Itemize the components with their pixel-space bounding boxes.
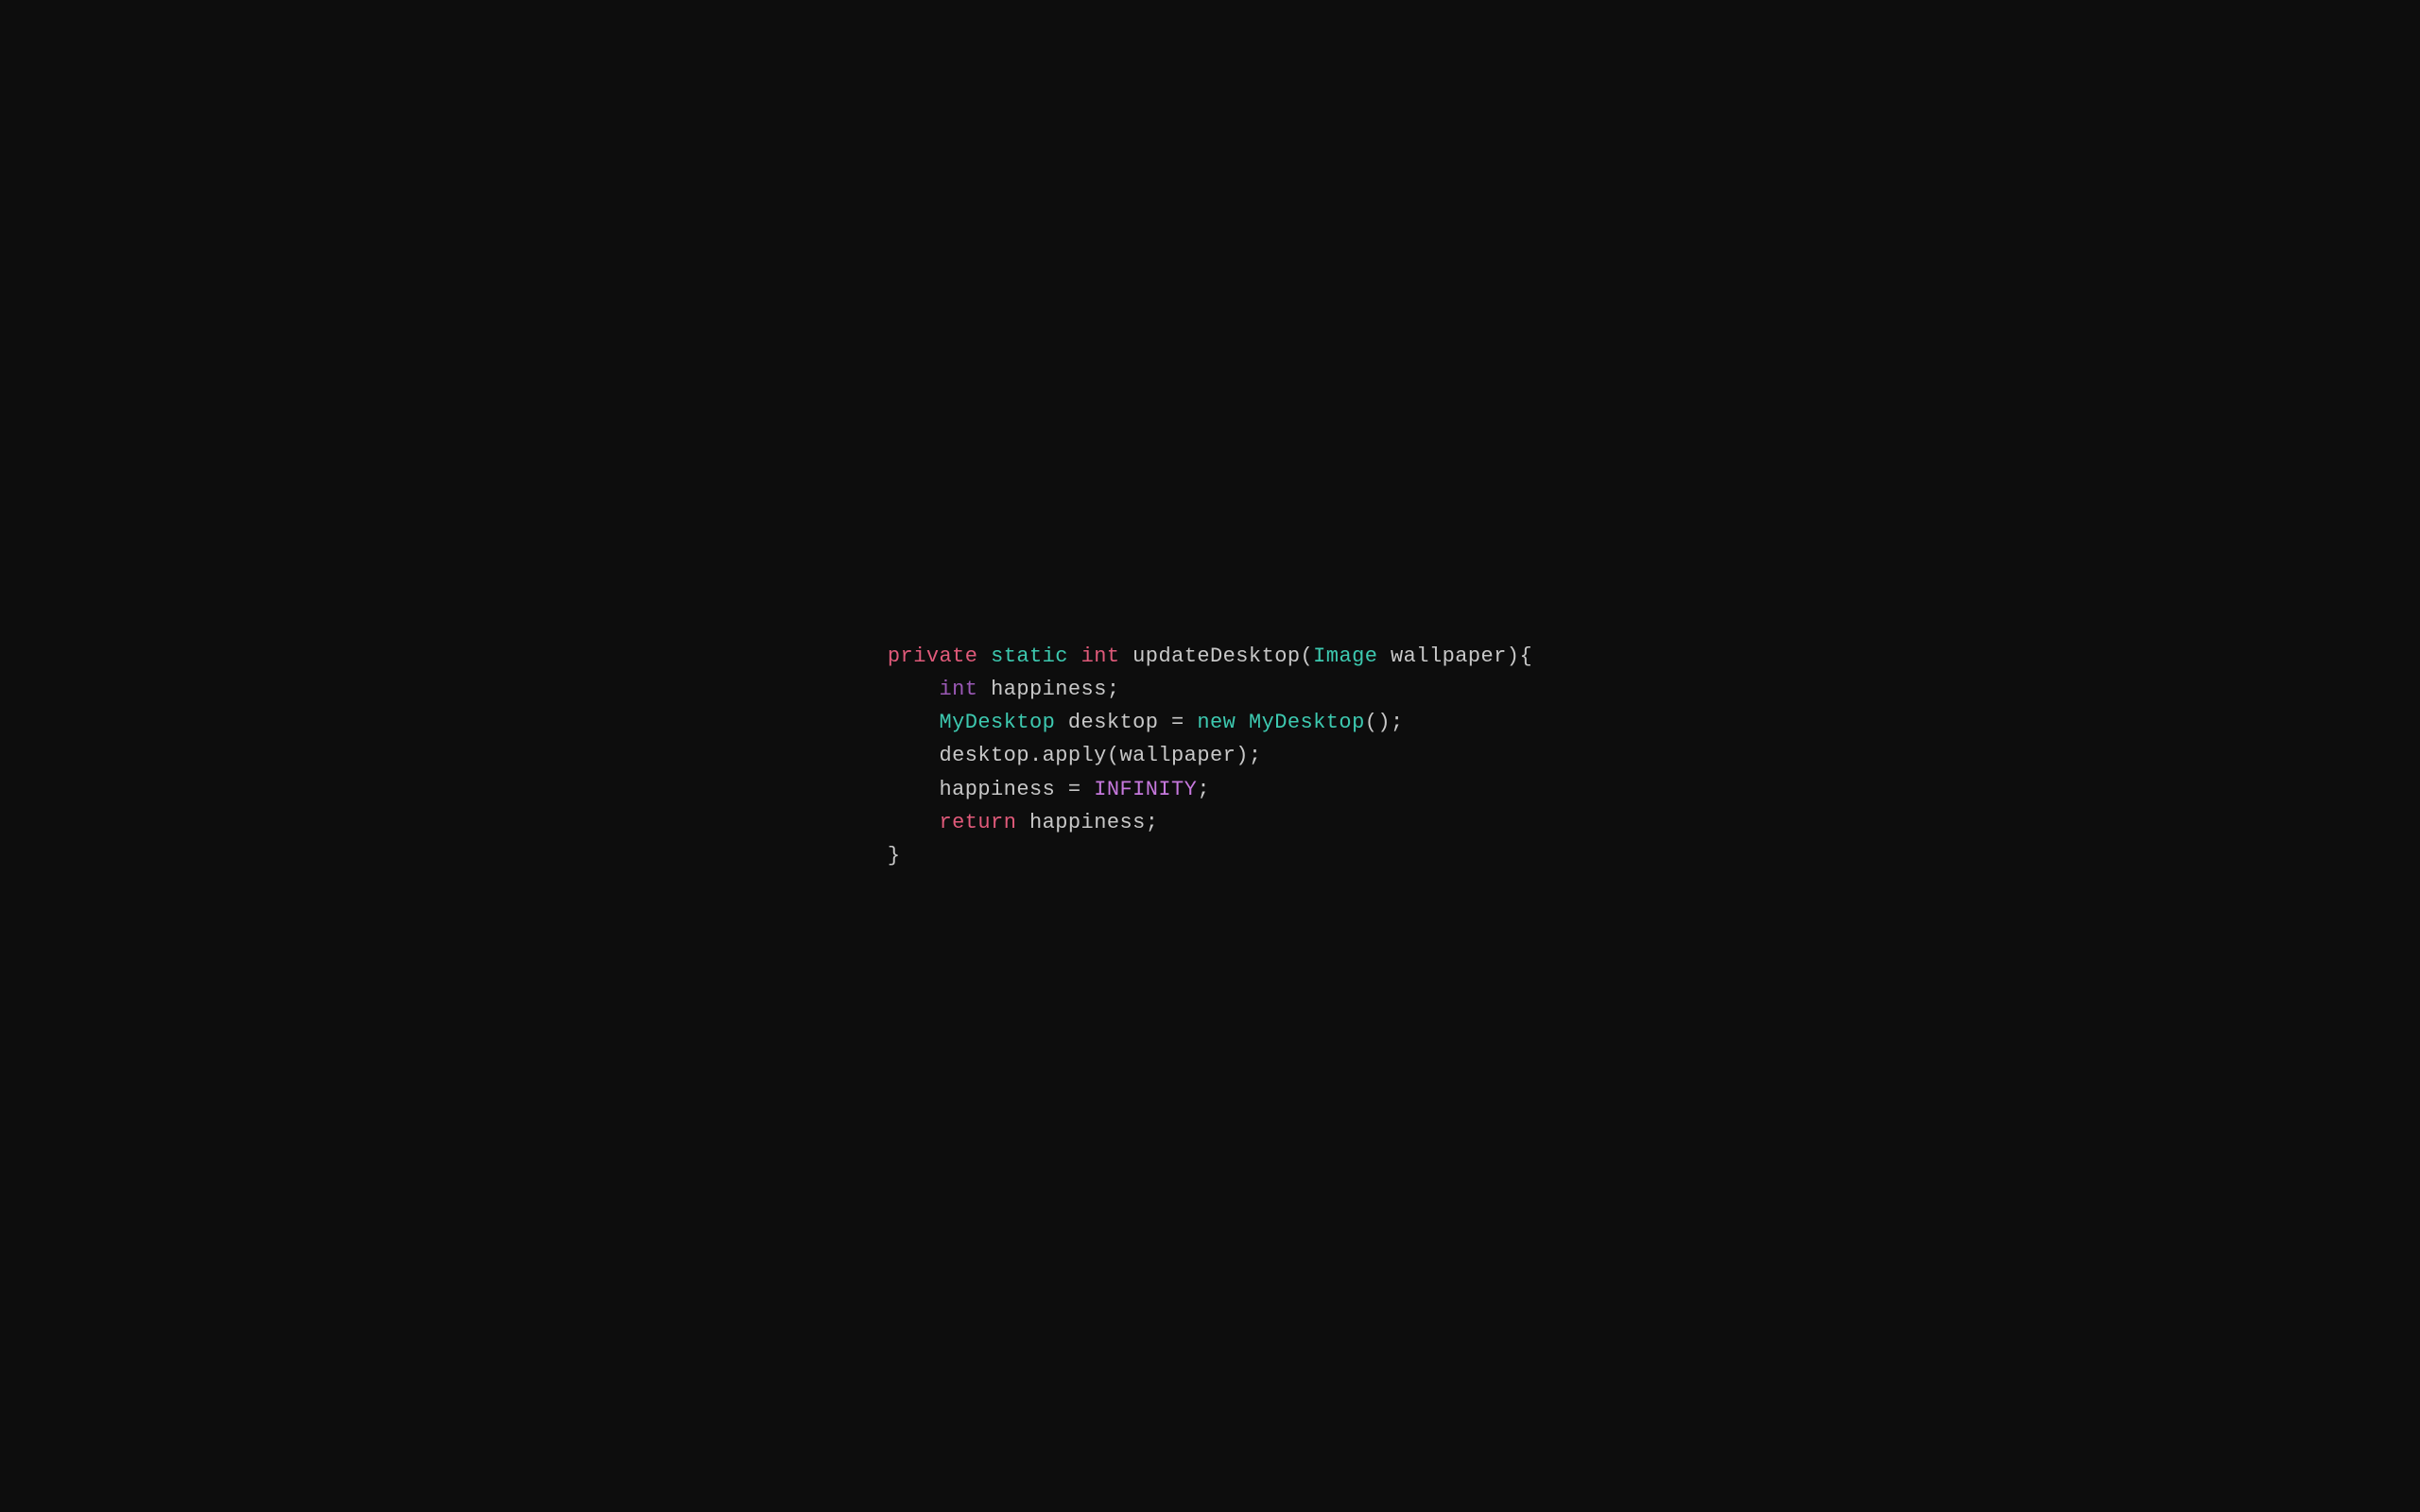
code-token: desktop.apply(wallpaper); <box>888 744 1262 767</box>
code-token: MyDesktop <box>1249 711 1365 734</box>
code-line: return happiness; <box>888 806 1532 839</box>
code-token: updateDesktop( <box>1120 644 1314 668</box>
code-token: wallpaper){ <box>1377 644 1532 668</box>
code-token: desktop = <box>1055 711 1197 734</box>
code-token <box>1236 711 1249 734</box>
code-token <box>888 711 940 734</box>
code-token: INFINITY <box>1094 778 1197 801</box>
code-token: (); <box>1365 711 1404 734</box>
code-token: private <box>888 644 978 668</box>
code-token: Image <box>1313 644 1377 668</box>
code-token: happiness; <box>977 678 1119 701</box>
code-token: MyDesktop <box>939 711 1055 734</box>
code-line: int happiness; <box>888 673 1532 706</box>
code-token <box>1068 644 1081 668</box>
code-token: } <box>888 844 901 868</box>
code-line: MyDesktop desktop = new MyDesktop(); <box>888 706 1532 739</box>
code-token: static <box>991 644 1068 668</box>
code-token: int <box>939 678 977 701</box>
code-line: private static int updateDesktop(Image w… <box>888 640 1532 673</box>
code-token <box>888 678 940 701</box>
code-token: new <box>1197 711 1236 734</box>
code-line: desktop.apply(wallpaper); <box>888 739 1532 772</box>
code-line: happiness = INFINITY; <box>888 773 1532 806</box>
code-token: ; <box>1197 778 1210 801</box>
code-token: happiness = <box>888 778 1094 801</box>
code-token: happiness; <box>1016 811 1158 834</box>
code-display: private static int updateDesktop(Image w… <box>888 640 1532 872</box>
code-token <box>888 811 940 834</box>
code-token: int <box>1081 644 1120 668</box>
code-token: return <box>939 811 1016 834</box>
code-line: } <box>888 839 1532 872</box>
code-token <box>977 644 991 668</box>
